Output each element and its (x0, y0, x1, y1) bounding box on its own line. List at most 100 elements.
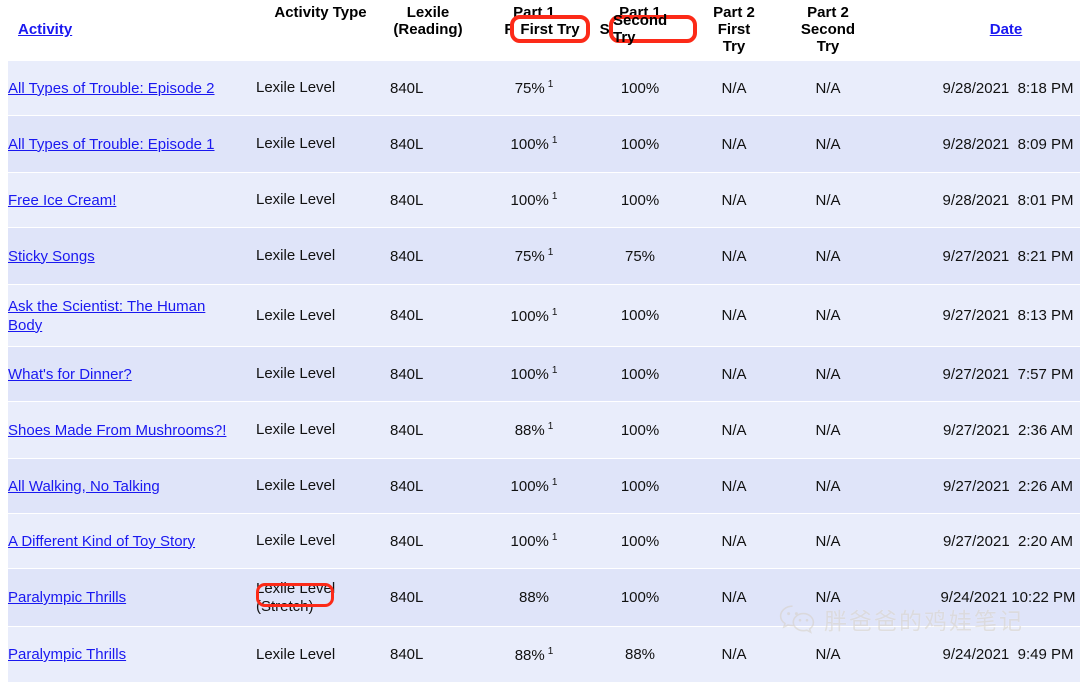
row-spacer-3 (466, 513, 498, 569)
cell-part1-second-try: 100% (598, 172, 682, 228)
row-spacer-4 (570, 60, 598, 116)
cell-activity[interactable]: A Different Kind of Toy Story (8, 513, 236, 569)
cell-activity-type: Lexile Level (256, 513, 385, 569)
activity-link[interactable]: Ask the Scientist: The Human Body (8, 297, 236, 335)
table-row: Sticky Songs Lexile Level 840L 75% 1 75% N/A N/… (0, 227, 1080, 285)
row-spacer-4 (570, 115, 598, 173)
cell-activity[interactable]: Paralympic Thrills (8, 626, 236, 683)
cell-activity-type: Lexile Level (256, 401, 385, 459)
cell-part1-first-try: 75% 1 (498, 60, 570, 116)
cell-part2-second-try: N/A (792, 458, 864, 514)
activity-link[interactable]: Paralympic Thrills (8, 645, 126, 664)
cell-activity[interactable]: Paralympic Thrills (8, 568, 236, 627)
cell-part2-second-try: N/A (792, 115, 864, 173)
cell-lexile: 840L (390, 227, 466, 285)
cell-part2-first-try: N/A (706, 115, 762, 173)
cell-lexile: 840L (390, 284, 466, 347)
row-spacer-5 (682, 60, 706, 116)
cell-part1-second-try: 100% (598, 568, 682, 627)
row-spacer-3 (466, 172, 498, 228)
row-spacer-4 (570, 458, 598, 514)
cell-part2-second-try: N/A (792, 401, 864, 459)
activity-type-label: Lexile Level (256, 365, 336, 382)
cell-activity[interactable]: Shoes Made From Mushrooms?! (8, 401, 236, 459)
row-spacer-3 (466, 346, 498, 402)
activity-link[interactable]: Free Ice Cream! (8, 191, 116, 210)
part1-first-try-value: 100% (510, 533, 549, 550)
cell-activity[interactable]: All Types of Trouble: Episode 2 (8, 60, 236, 116)
row-spacer-6 (762, 227, 792, 285)
activity-link[interactable]: What's for Dinner? (8, 365, 132, 384)
row-spacer-3 (466, 401, 498, 459)
row-spacer-7 (864, 60, 936, 116)
cell-activity[interactable]: What's for Dinner? (8, 346, 236, 402)
cell-activity[interactable]: All Walking, No Talking (8, 458, 236, 514)
row-spacer-1 (236, 568, 256, 627)
cell-activity-type: Lexile Level (256, 458, 385, 514)
row-spacer-1 (236, 401, 256, 459)
row-spacer-4 (570, 346, 598, 402)
cell-part1-second-try: 100% (598, 115, 682, 173)
activity-type-label: Lexile Level (256, 191, 336, 208)
cell-part1-first-try: 100% 1 (498, 513, 570, 569)
cell-activity[interactable]: Sticky Songs (8, 227, 236, 285)
part1-first-try-value: 88% (514, 422, 545, 439)
row-spacer-1 (236, 626, 256, 683)
column-header-date[interactable]: Date (936, 0, 1076, 38)
activity-link[interactable]: A Different Kind of Toy Story (8, 532, 195, 551)
cell-date: 9/27/2021 8:13 PM (936, 284, 1080, 347)
cell-activity[interactable]: All Types of Trouble: Episode 1 (8, 115, 236, 173)
row-spacer-6 (762, 172, 792, 228)
row-spacer-4 (570, 284, 598, 347)
row-spacer-3 (466, 115, 498, 173)
row-spacer-5 (682, 227, 706, 285)
table-row: Free Ice Cream! Lexile Level 840L 100% 1 100%… (0, 172, 1080, 228)
column-header-activity[interactable]: Activity (8, 0, 236, 38)
row-spacer-4 (570, 626, 598, 683)
cell-date: 9/28/2021 8:09 PM (936, 115, 1080, 173)
table-row: A Different Kind of Toy Story Lexile Leve… (0, 513, 1080, 569)
column-header-lexile: Lexile (Reading) (393, 4, 463, 38)
cell-activity-type: Lexile Level (256, 284, 385, 347)
footnote-marker: 1 (551, 135, 558, 146)
cell-part2-first-try: N/A (706, 346, 762, 402)
footnote-marker: 1 (547, 247, 554, 258)
sort-link-activity[interactable]: Activity (18, 21, 72, 38)
cell-date: 9/27/2021 8:21 PM (936, 227, 1080, 285)
activity-link[interactable]: All Types of Trouble: Episode 1 (8, 135, 215, 154)
cell-part2-first-try: N/A (706, 568, 762, 627)
cell-part1-second-try: 100% (598, 513, 682, 569)
table-row: Shoes Made From Mushrooms?! Lexile Level 8… (0, 401, 1080, 459)
cell-activity[interactable]: Ask the Scientist: The Human Body (8, 284, 236, 347)
sort-link-date[interactable]: Date (990, 21, 1023, 38)
activity-link[interactable]: All Types of Trouble: Episode 2 (8, 79, 215, 98)
row-spacer-3 (466, 227, 498, 285)
activity-type-label: Lexile Level (256, 247, 336, 264)
cell-part2-first-try: N/A (706, 458, 762, 514)
row-left-gap (0, 626, 8, 683)
row-spacer-7 (864, 458, 936, 514)
activity-link[interactable]: All Walking, No Talking (8, 477, 160, 496)
row-spacer-5 (682, 401, 706, 459)
cell-date: 9/24/2021 9:49 PM (936, 626, 1080, 683)
row-spacer-1 (236, 60, 256, 116)
row-spacer-3 (466, 568, 498, 627)
activity-link[interactable]: Shoes Made From Mushrooms?! (8, 421, 226, 440)
row-spacer-5 (682, 115, 706, 173)
footnote-marker: 1 (547, 645, 554, 657)
activity-type-label: Lexile Level (256, 532, 336, 549)
activity-link[interactable]: Paralympic Thrills (8, 588, 126, 607)
activity-link[interactable]: Sticky Songs (8, 247, 95, 266)
cell-part2-second-try: N/A (792, 227, 864, 285)
cell-part2-second-try: N/A (792, 626, 864, 683)
row-spacer-4 (570, 568, 598, 627)
cell-lexile: 840L (390, 401, 466, 459)
cell-activity[interactable]: Free Ice Cream! (8, 172, 236, 228)
row-spacer-7 (864, 346, 936, 402)
row-spacer-5 (682, 513, 706, 569)
cell-part1-second-try: 100% (598, 60, 682, 116)
cell-part2-second-try: N/A (792, 346, 864, 402)
part1-first-try-value: 75% (514, 248, 545, 265)
table-row: Paralympic Thrills Lexile Level (Stretch) 8… (0, 568, 1080, 627)
row-spacer-3 (466, 626, 498, 683)
